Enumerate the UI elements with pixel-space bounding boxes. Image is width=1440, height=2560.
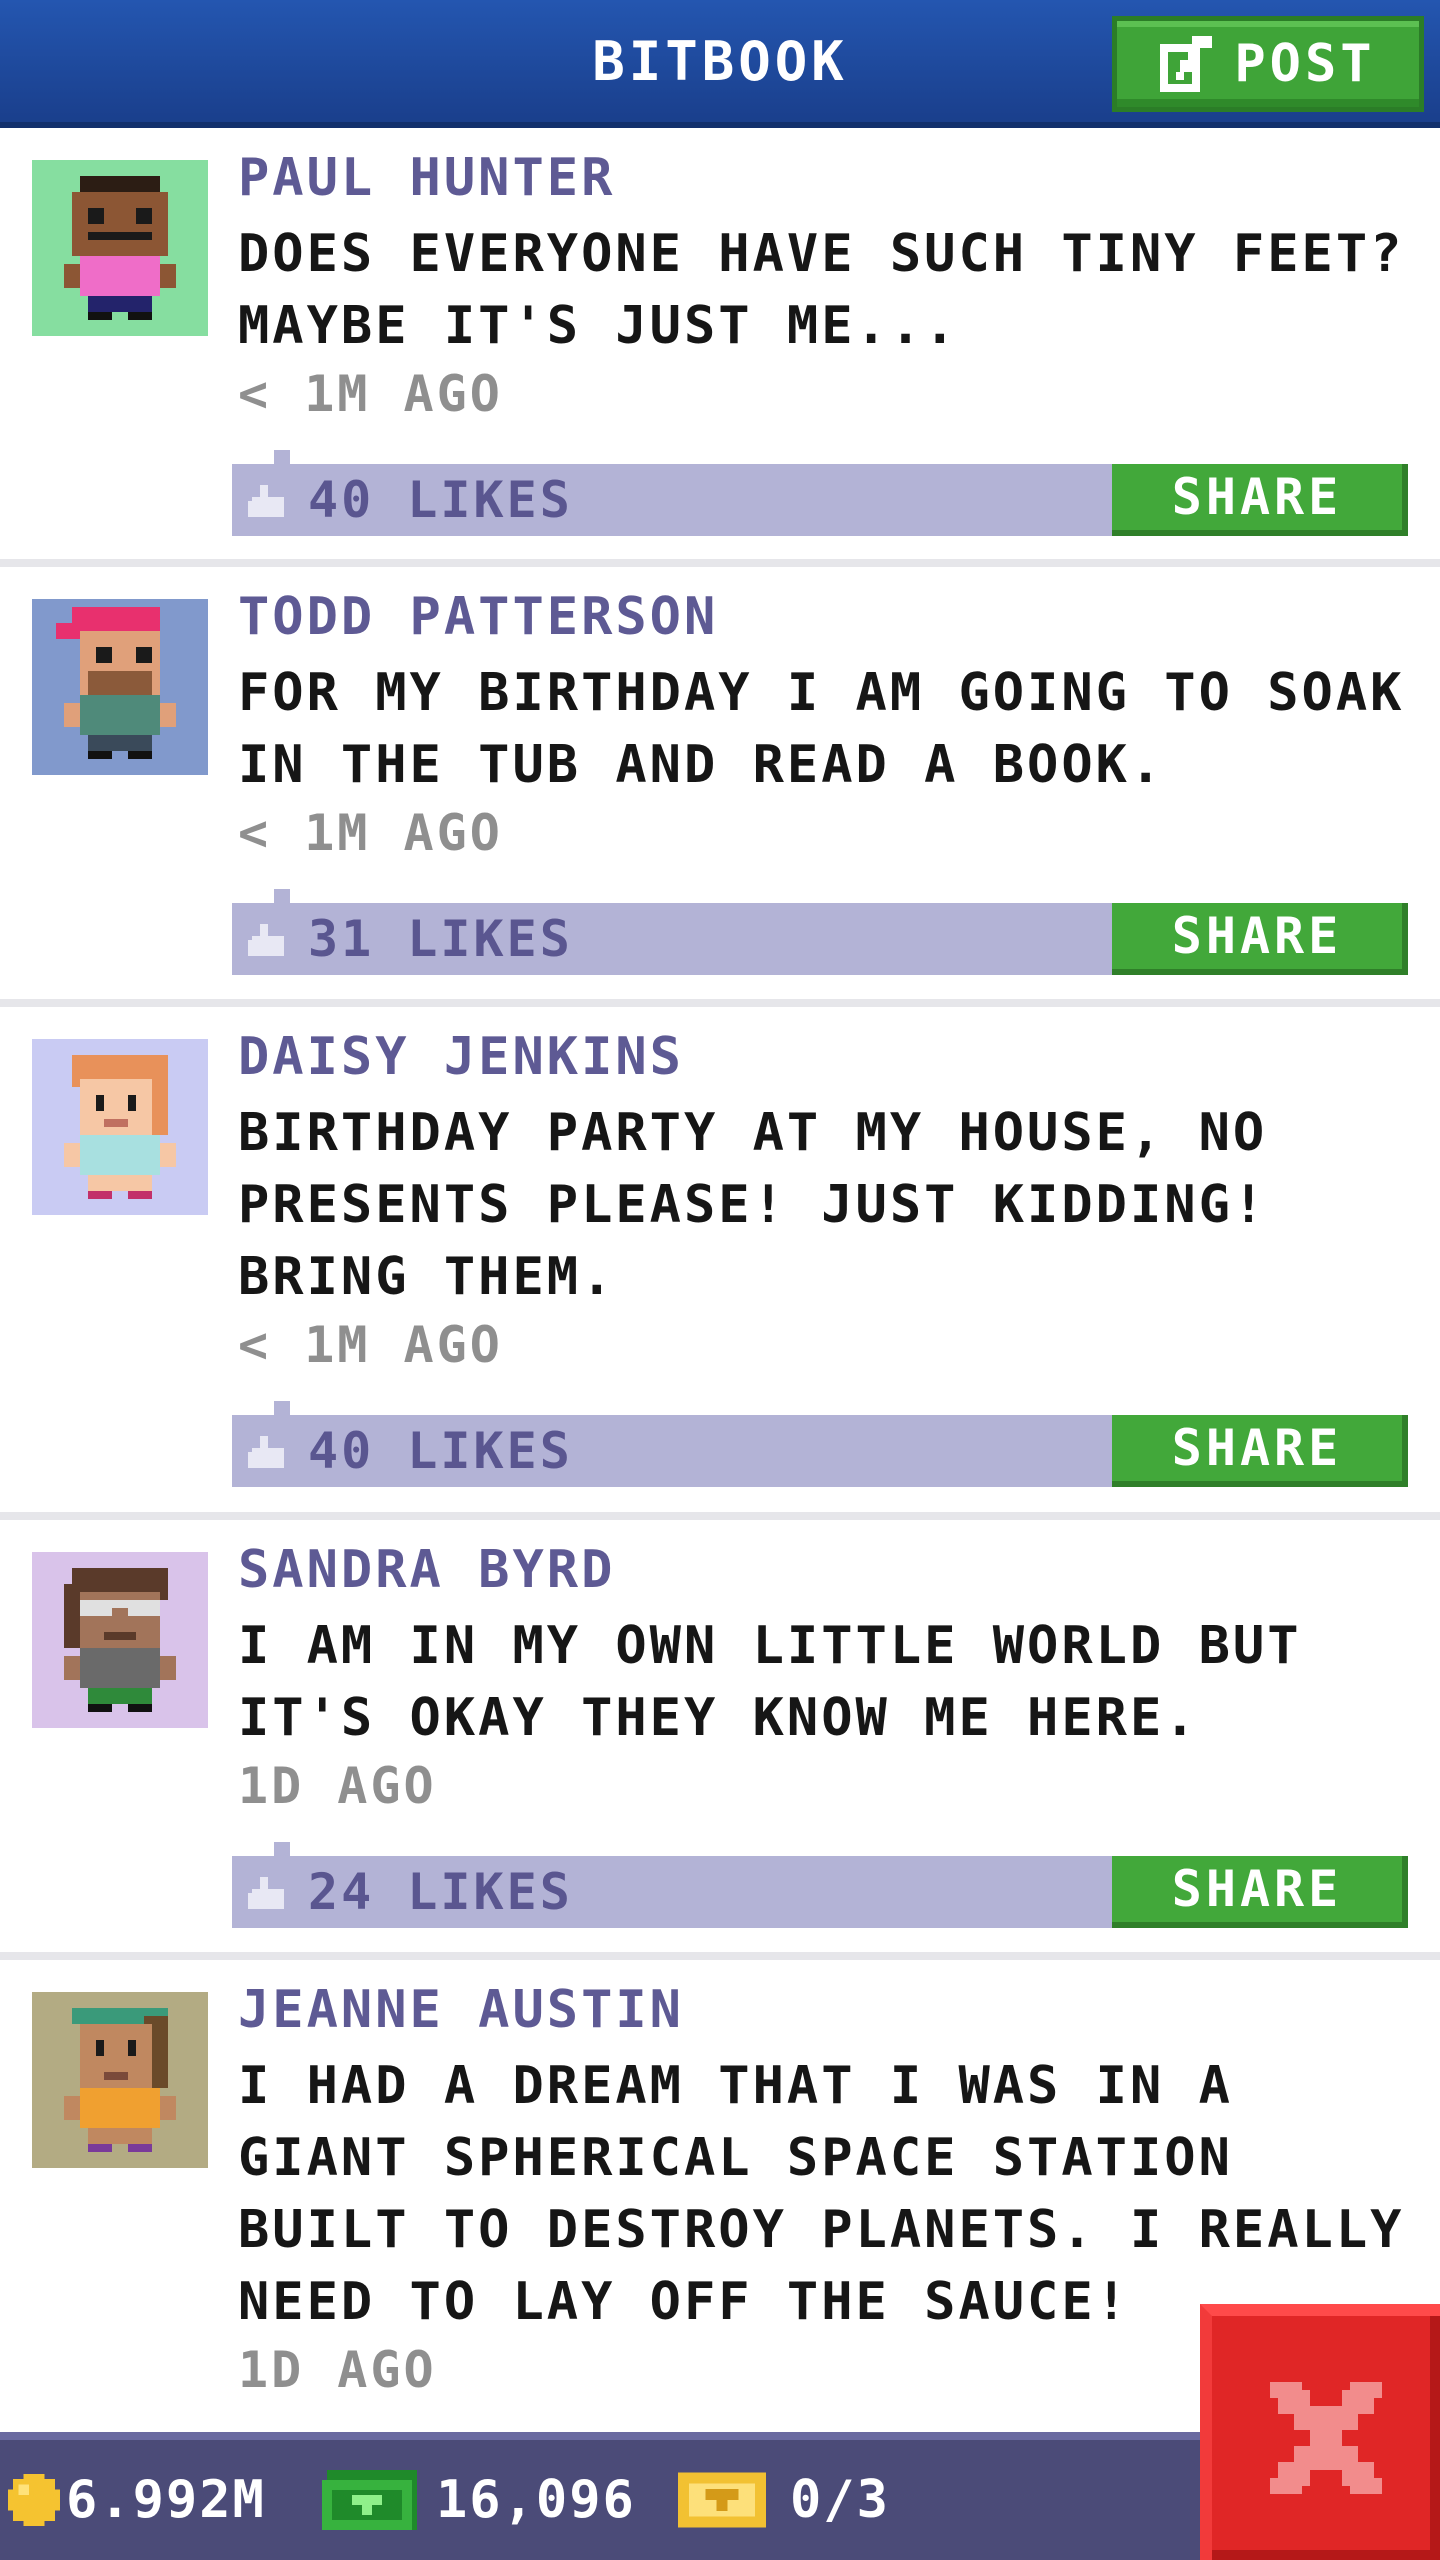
post-timestamp: 1D AGO xyxy=(238,2341,437,2399)
avatar[interactable] xyxy=(32,1039,208,1215)
thumbs-up-icon[interactable] xyxy=(248,1876,288,1910)
tickets-value: 0/3 xyxy=(790,2470,890,2530)
share-button[interactable]: SHARE xyxy=(1112,1415,1408,1487)
post-author: SANDRA BYRD xyxy=(238,1540,616,1600)
post-author: DAISY JENKINS xyxy=(238,1027,684,1087)
post-text: DOES EVERYONE HAVE SUCH TINY FEET? MAYBE… xyxy=(238,224,1405,356)
post-author: JEANNE AUSTIN xyxy=(238,1980,684,2040)
post-text: BIRTHDAY PARTY AT MY HOUSE, NO PRESENTS … xyxy=(238,1103,1268,1307)
post-button[interactable]: POST xyxy=(1112,16,1424,112)
coin-icon xyxy=(8,2474,60,2526)
ticket-icon xyxy=(678,2472,766,2528)
likes-count: 40 LIKES xyxy=(308,1422,573,1480)
feed-post: TODD PATTERSON FOR MY BIRTHDAY I AM GOIN… xyxy=(0,567,1440,1007)
close-icon xyxy=(1270,2382,1382,2494)
post-text: FOR MY BIRTHDAY I AM GOING TO SOAK IN TH… xyxy=(238,663,1405,795)
post-text: I AM IN MY OWN LITTLE WORLD BUT IT'S OKA… xyxy=(238,1616,1302,1748)
close-button[interactable] xyxy=(1200,2304,1440,2560)
thumbs-up-icon[interactable] xyxy=(248,1435,288,1469)
feed-post: PAUL HUNTER DOES EVERYONE HAVE SUCH TINY… xyxy=(0,128,1440,567)
feed-post: SANDRA BYRD I AM IN MY OWN LITTLE WORLD … xyxy=(0,1520,1440,1960)
post-timestamp: < 1M AGO xyxy=(238,365,503,423)
post-author: PAUL HUNTER xyxy=(238,148,616,208)
avatar[interactable] xyxy=(32,160,208,336)
bux-stat: 16,096 xyxy=(322,2440,636,2560)
avatar[interactable] xyxy=(32,599,208,775)
bux-value: 16,096 xyxy=(436,2470,636,2530)
likes-bar: 40 LIKES SHARE xyxy=(232,1401,1408,1487)
coins-stat: 6.992M xyxy=(8,2440,266,2560)
share-button[interactable]: SHARE xyxy=(1112,464,1408,536)
post-author: TODD PATTERSON xyxy=(238,587,719,647)
likes-bar: 24 LIKES SHARE xyxy=(232,1842,1408,1928)
thumbs-up-icon[interactable] xyxy=(248,923,288,957)
likes-count: 24 LIKES xyxy=(308,1863,573,1921)
edit-icon xyxy=(1160,36,1216,92)
feed-post: DAISY JENKINS BIRTHDAY PARTY AT MY HOUSE… xyxy=(0,1007,1440,1520)
thumbs-up-icon[interactable] xyxy=(248,484,288,518)
likes-count: 40 LIKES xyxy=(308,471,573,529)
feed-list[interactable]: PAUL HUNTER DOES EVERYONE HAVE SUCH TINY… xyxy=(0,128,1440,2428)
share-button[interactable]: SHARE xyxy=(1112,1856,1408,1928)
likes-bar: 40 LIKES SHARE xyxy=(232,450,1408,536)
likes-bar: 31 LIKES SHARE xyxy=(232,889,1408,975)
post-timestamp: < 1M AGO xyxy=(238,1316,503,1374)
tickets-stat: 0/3 xyxy=(678,2440,890,2560)
likes-count: 31 LIKES xyxy=(308,910,573,968)
coins-value: 6.992M xyxy=(66,2470,266,2530)
post-text: I HAD A DREAM THAT I WAS IN A GIANT SPHE… xyxy=(238,2056,1405,2332)
post-button-label: POST xyxy=(1234,34,1376,94)
post-timestamp: 1D AGO xyxy=(238,1757,437,1815)
avatar[interactable] xyxy=(32,1552,208,1728)
post-timestamp: < 1M AGO xyxy=(238,804,503,862)
bux-icon xyxy=(322,2468,422,2532)
avatar[interactable] xyxy=(32,1992,208,2168)
top-bar: BITBOOK POST xyxy=(0,0,1440,128)
share-button[interactable]: SHARE xyxy=(1112,903,1408,975)
